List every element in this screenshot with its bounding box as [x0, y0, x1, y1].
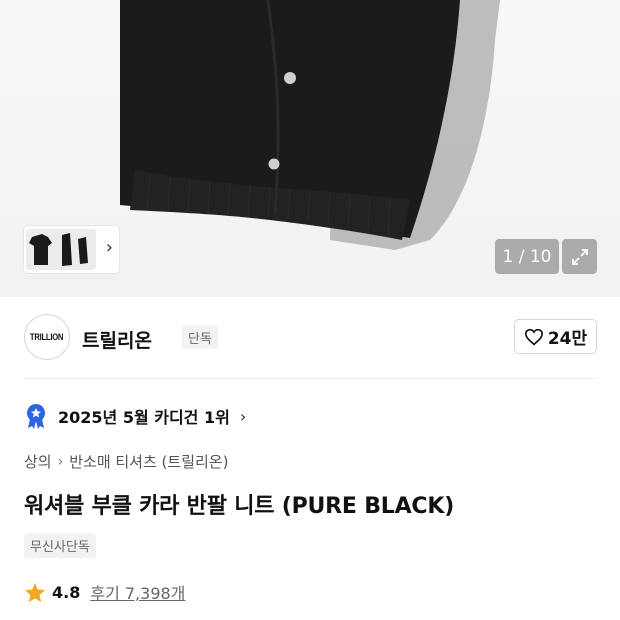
brand-name[interactable]: 트릴리온 [82, 326, 152, 353]
like-count: 24만 [547, 329, 588, 349]
like-button[interactable]: 24만 [514, 319, 597, 354]
exclusive-badge: 단독 [182, 326, 218, 349]
breadcrumb-item-subcategory[interactable]: 반소매 티셔츠 (트릴리온) [69, 451, 228, 472]
ranking-text: 2025년 5월 카디건 1위 [58, 408, 230, 427]
brand-logo[interactable]: TRILLION [24, 314, 70, 360]
thumbnail-strip[interactable]: › [24, 226, 119, 273]
chevron-right-icon: › [239, 406, 247, 426]
expand-icon[interactable] [562, 239, 597, 274]
ranking-link[interactable]: 2025년 5월 카디건 1위 › [24, 403, 246, 429]
rank-medal-icon [27, 404, 45, 429]
image-counter: 1 / 10 [495, 239, 559, 274]
reviews-link[interactable]: 후기 7,398개 [90, 580, 185, 604]
thumbnail-image[interactable] [26, 229, 96, 270]
breadcrumb: 상의 › 반소매 티셔츠 (트릴리온) [24, 451, 228, 472]
heart-icon [524, 328, 543, 345]
breadcrumb-item-category[interactable]: 상의 [24, 451, 52, 472]
thumbnail-next-icon[interactable]: › [106, 238, 113, 258]
chevron-right-icon: › [57, 453, 64, 470]
star-icon [24, 582, 46, 602]
rating-score: 4.8 [52, 582, 81, 602]
divider [24, 378, 597, 379]
product-title: 워셔블 부클 카라 반팔 니트 (PURE BLACK) [24, 494, 455, 519]
rating-row: 4.8 후기 7,398개 [24, 580, 185, 604]
brand-row: TRILLION 트릴리온 단독 24만 [24, 313, 597, 361]
exclusive-tag: 무신사단독 [24, 533, 96, 558]
product-image[interactable]: › 1 / 10 [0, 0, 620, 297]
